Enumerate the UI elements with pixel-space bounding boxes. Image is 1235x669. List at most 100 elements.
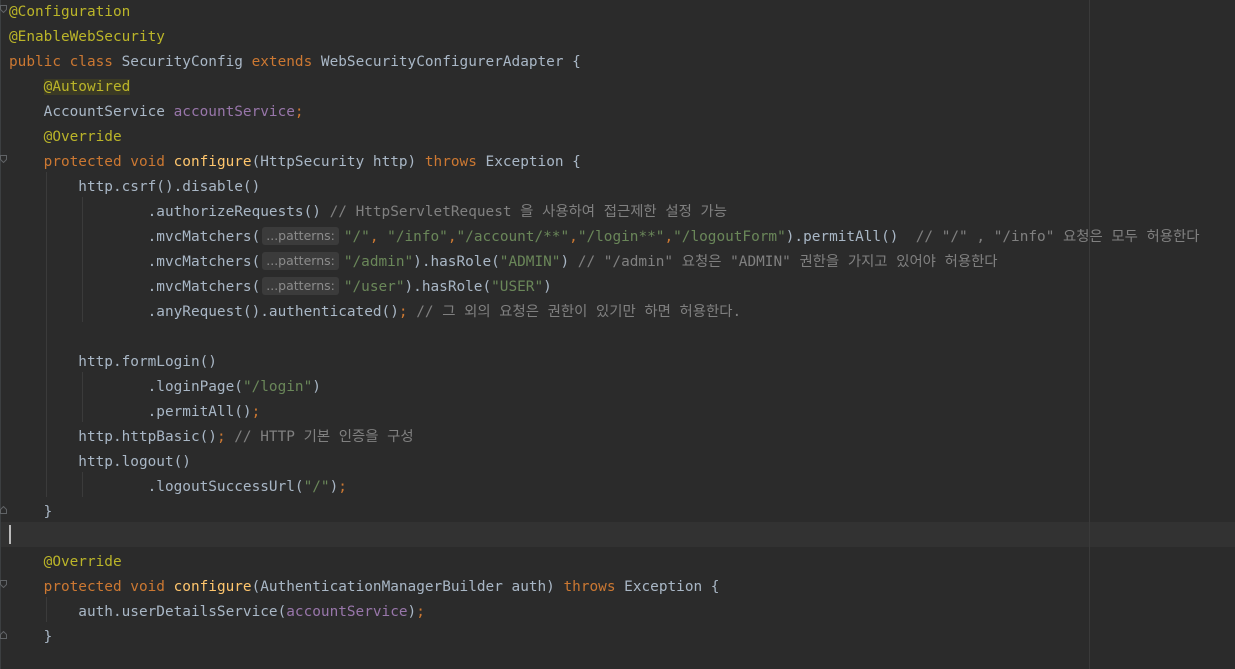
code-token: http.csrf().disable() [9,179,261,195]
code-token: configure [173,154,252,170]
code-token: ; [251,404,261,420]
code-token: // "/" , "/info" 요청은 모두 허용한다 [915,229,1200,245]
code-line[interactable]: @Override [9,550,1235,575]
code-token: "/login" [242,379,313,395]
code-line[interactable]: .mvcMatchers(...patterns: "/admin").hasRo… [9,250,1235,275]
code-token: "/login**" [577,229,665,245]
code-token: ) [407,604,417,620]
code-line[interactable]: AccountService accountService; [9,100,1235,125]
code-line[interactable]: public class SecurityConfig extends WebS… [9,50,1235,75]
code-token: http.formLogin() [9,354,217,370]
code-line[interactable]: .loginPage("/login") [9,375,1235,400]
code-line[interactable]: @Autowired [9,75,1235,100]
code-token: (AuthenticationManagerBuilder auth) [251,579,564,595]
code-token: auth.userDetailsService( [9,604,287,620]
code-token: } [9,629,53,645]
code-token: SecurityConfig [121,54,252,70]
code-line[interactable]: protected void configure(HttpSecurity ht… [9,150,1235,175]
code-token: ).hasRole( [413,254,500,270]
code-line[interactable]: .anyRequest().authenticated(); // 그 외의 요… [9,300,1235,325]
code-token: "/admin" [343,254,414,270]
code-line[interactable]: http.csrf().disable() [9,175,1235,200]
code-token: "/logoutForm" [673,229,786,245]
code-line[interactable]: @Configuration [9,0,1235,25]
code-token: .authorizeRequests() [9,204,330,220]
code-token: ) [560,254,578,270]
code-token: .logoutSuccessUrl( [9,479,304,495]
code-token: // "/admin" 요청은 "ADMIN" 권한을 가지고 있어야 허용한다 [577,254,998,270]
code-token: .mvcMatchers( [9,279,261,295]
code-line[interactable]: protected void configure(AuthenticationM… [9,575,1235,600]
code-line[interactable]: } [9,625,1235,650]
code-token: "/user" [343,279,405,295]
code-token: , [369,229,388,245]
code-token: ) [329,479,339,495]
code-token: extends [251,54,321,70]
code-line[interactable]: http.httpBasic(); // HTTP 기본 인증을 구성 [9,425,1235,450]
code-token: "/" [343,229,370,245]
code-token: accountService [173,104,295,120]
code-line[interactable]: http.formLogin() [9,350,1235,375]
code-token: .mvcMatchers( [9,254,261,270]
code-token: throws [424,154,486,170]
code-token: throws [563,579,625,595]
code-line[interactable]: .permitAll(); [9,400,1235,425]
text-caret [9,525,11,544]
code-token: ) [312,379,321,395]
code-token: // HTTP 기본 인증을 구성 [234,429,414,445]
code-token: "/" [303,479,330,495]
code-line[interactable]: } [9,500,1235,525]
code-token: ; [294,104,304,120]
code-line[interactable] [9,525,1235,550]
code-token: // HttpServletRequest 을 사용하여 접근제한 설정 가능 [329,204,727,220]
code-token: accountService [286,604,408,620]
fold-end-marker-icon[interactable] [0,506,7,514]
code-token: .permitAll() [9,404,252,420]
code-token: @Override [43,129,122,145]
parameter-hint: ...patterns: [262,277,339,295]
fold-marker-icon[interactable] [0,5,7,13]
parameter-hint: ...patterns: [262,252,339,270]
code-token: .anyRequest().authenticated() [9,304,399,320]
code-line[interactable]: @Override [9,125,1235,150]
fold-end-marker-icon[interactable] [0,631,7,639]
code-token: .loginPage( [9,379,243,395]
code-token: @Override [43,554,122,570]
code-token: (HttpSecurity http) [251,154,425,170]
code-line[interactable]: @EnableWebSecurity [9,25,1235,50]
code-line[interactable]: .mvcMatchers(...patterns: "/user").hasRol… [9,275,1235,300]
code-token: configure [173,579,252,595]
code-token: Exception { [624,579,720,595]
code-token: @Configuration [9,4,131,20]
fold-marker-icon[interactable] [0,580,7,588]
code-token: ; [216,429,235,445]
code-token: , [569,229,578,245]
code-token: , [664,229,674,245]
code-line[interactable] [9,325,1235,350]
code-editor[interactable]: @Configuration @EnableWebSecurity public c… [0,0,1235,669]
code-token: // 그 외의 요청은 권한이 있기만 하면 허용한다. [416,304,742,320]
code-token: "USER" [491,279,544,295]
code-line[interactable]: .authorizeRequests() // HttpServletReque… [9,200,1235,225]
code-token: protected void [43,579,174,595]
code-line[interactable]: http.logout() [9,450,1235,475]
fold-marker-icon[interactable] [0,155,7,163]
code-token: WebSecurityConfigurerAdapter { [320,54,581,70]
code-token: ).permitAll() [785,229,916,245]
code-token: ) [543,279,552,295]
code-token: @EnableWebSecurity [9,29,165,45]
code-token: protected void [43,154,174,170]
code-line[interactable]: .mvcMatchers(...patterns: "/", "/info","/… [9,225,1235,250]
parameter-hint: ...patterns: [262,227,339,245]
code-token: public class [9,54,122,70]
code-token: .mvcMatchers( [9,229,261,245]
code-line[interactable]: .logoutSuccessUrl("/"); [9,475,1235,500]
code-line[interactable]: auth.userDetailsService(accountService); [9,600,1235,625]
code-token: AccountService [9,104,174,120]
code-token: ; [398,304,417,320]
code-token: @Autowired [43,79,131,95]
